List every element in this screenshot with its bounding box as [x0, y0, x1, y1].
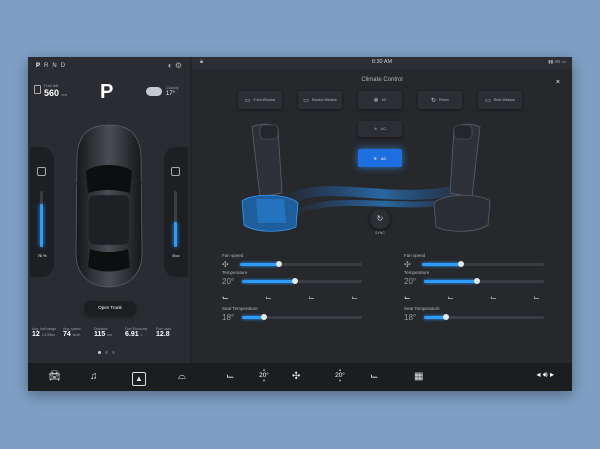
- sync-label: SYNC: [375, 231, 385, 235]
- rear-defrost-icon: ▭: [485, 97, 491, 104]
- seat-massage-icon[interactable]: ⌙: [351, 293, 358, 302]
- fuel-pump-icon: [37, 167, 46, 176]
- passenger-seat-image[interactable]: [430, 123, 500, 243]
- recirculate-icon: ↻: [431, 97, 437, 104]
- close-icon[interactable]: ×: [556, 79, 560, 86]
- gear-p[interactable]: P: [36, 63, 44, 69]
- seat-vent-icon[interactable]: ⌙: [490, 293, 497, 302]
- driver-temperature-slider[interactable]: [242, 278, 362, 284]
- eco-label: Eco: [172, 253, 180, 258]
- snowflake-icon: ❄: [374, 127, 378, 131]
- park-indicator: P: [100, 81, 114, 103]
- seat-vent-icon[interactable]: ⌙: [308, 293, 315, 302]
- passenger-temperature-slider[interactable]: [424, 278, 544, 284]
- navigation-icon[interactable]: ▲: [132, 372, 146, 386]
- ac-option-button[interactable]: ❄ AC: [358, 121, 402, 137]
- stat-fuel-used: Fuel used 12.8: [156, 327, 172, 338]
- status-bar: 🔒︎ 8:30 AM ▮▮ 4G ▭: [192, 57, 572, 69]
- front-defrost-icon: ▭: [244, 97, 251, 104]
- driver-temperature-value: 20°: [222, 276, 235, 286]
- open-trunk-button[interactable]: Open Trunk: [84, 301, 136, 315]
- climate-panel: 🔒︎ 8:30 AM ▮▮ 4G ▭ Climate Control × ▭ Fr…: [192, 57, 572, 363]
- page-dot[interactable]: [105, 351, 108, 354]
- climate-title: Climate Control: [361, 77, 403, 83]
- car-top-view-image: [71, 124, 147, 288]
- page-indicator[interactable]: [98, 351, 115, 354]
- snowflake-icon: ❄: [373, 97, 379, 104]
- passenger-temperature-value: 20°: [404, 276, 417, 286]
- volume-icon[interactable]: ◂ 🔊︎ ▸: [536, 370, 554, 380]
- seat-heat-icon[interactable]: ⌙: [265, 293, 272, 302]
- clock: 8:30 AM: [371, 59, 393, 65]
- passenger-seat-temperature-value: 18°: [404, 312, 417, 322]
- fan-icon[interactable]: ✣: [292, 371, 300, 383]
- driver-seat-temperature-value: 18°: [222, 312, 235, 322]
- rear-defrost-icon[interactable]: ▦: [414, 371, 423, 383]
- page-dot[interactable]: [112, 351, 115, 354]
- eco-level-fill: [174, 221, 177, 247]
- eco-gauge: Eco: [164, 147, 188, 277]
- stat-fuel-economy: Fuel Economy 6.91 L: [125, 327, 148, 338]
- car-icon[interactable]: 🚘︎: [48, 371, 61, 383]
- seat-mode-icon[interactable]: ⌙: [222, 293, 229, 302]
- fuel-value: 560 km: [44, 88, 67, 98]
- passenger-temp-control[interactable]: ▲ 20° ▼: [332, 368, 348, 383]
- fan-icon: ✣: [404, 259, 411, 269]
- temp-down-icon[interactable]: ▼: [332, 379, 348, 383]
- driver-seat-temperature-slider[interactable]: [242, 314, 362, 320]
- passenger-climate-controls: Fan speed ✣ Temperature 20° ⌙ ⌙ ⌙ ⌙ Seat: [404, 253, 544, 323]
- sync-icon: ↻: [376, 214, 384, 223]
- gear-n[interactable]: N: [52, 63, 60, 69]
- eco-mode-icon: [171, 167, 180, 176]
- outside-temperature: 17°: [166, 91, 176, 97]
- driver-climate-controls: Fan speed ✣ Temperature 20° ⌙ ⌙ ⌙ ⌙ Seat: [222, 253, 362, 323]
- seat-icon[interactable]: ⌙: [226, 371, 234, 383]
- cloud-icon: [146, 87, 162, 96]
- driver-fan-slider[interactable]: [240, 261, 362, 267]
- seat-heat-icon[interactable]: ⌙: [447, 293, 454, 302]
- bottom-dock: 🚘︎ ♫ ▲ ⌓ ⌙ ▲ 20° ▼ ✣ ▲ 20° ▼ ⌙ ▦ ◂ 🔊︎ ▸: [28, 363, 572, 391]
- stat-avg-speed: Avg. speed 74 km/h: [63, 327, 81, 338]
- rear-window-button[interactable]: ▭ Rear Window: [478, 91, 522, 109]
- seat-icon[interactable]: ⌙: [370, 371, 378, 383]
- signal-icon: ▮▮ 4G ▭: [548, 59, 566, 64]
- recirculate-button[interactable]: ↻ Recirc: [418, 91, 462, 109]
- seat-massage-icon[interactable]: ⌙: [533, 293, 540, 302]
- temp-down-icon[interactable]: ▼: [256, 379, 272, 383]
- seat-mode-icon[interactable]: ⌙: [404, 293, 411, 302]
- front-window-button[interactable]: ▭ Front Window: [238, 91, 282, 109]
- passenger-fan-slider[interactable]: [422, 261, 544, 267]
- gear-selector[interactable]: PRND: [36, 63, 69, 69]
- sync-button[interactable]: ↻: [370, 209, 390, 229]
- fan-icon: ✣: [222, 259, 229, 269]
- window-icon: ▭: [303, 97, 309, 104]
- battery-level-fill: [40, 204, 43, 247]
- passenger-seat-temperature-slider[interactable]: [424, 314, 544, 320]
- gear-d[interactable]: D: [61, 63, 69, 69]
- battery-gauge: 76 %: [30, 147, 54, 277]
- vehicle-panel: PRND ◐ ⚙ Fuel left 560 km P Cloudy 17° 7…: [28, 57, 190, 363]
- snowflake-icon: ❄: [373, 155, 377, 161]
- display-settings-icon[interactable]: ◐ ⚙: [168, 61, 182, 70]
- passenger-seat-modes: ⌙ ⌙ ⌙ ⌙: [404, 287, 544, 306]
- driver-seat-image[interactable]: [232, 123, 302, 243]
- page-dot[interactable]: [98, 351, 101, 354]
- battery-level-label: 76 %: [37, 253, 47, 258]
- electric-window-button[interactable]: ▭ Electric Window: [298, 91, 342, 109]
- music-icon[interactable]: ♫: [90, 371, 98, 383]
- fuel-readout: Fuel left 560 km: [34, 83, 67, 98]
- weather-label: Cloudy: [166, 85, 179, 90]
- app-frame: PRND ◐ ⚙ Fuel left 560 km P Cloudy 17° 7…: [28, 57, 572, 391]
- fuel-icon: [34, 85, 41, 94]
- stat-avg-fuel-usage: Avg. fuel usage 12 L/100km: [32, 327, 57, 338]
- ac-button[interactable]: ❄ AC: [358, 91, 402, 109]
- stat-distance: Distance 115 km: [94, 327, 112, 338]
- driver-temp-control[interactable]: ▲ 20° ▼: [256, 368, 272, 383]
- trip-stats: Avg. fuel usage 12 L/100km Avg. speed 74…: [32, 327, 186, 338]
- defrost-icon[interactable]: ⌓: [178, 371, 186, 383]
- driver-seat-modes: ⌙ ⌙ ⌙ ⌙: [222, 287, 362, 306]
